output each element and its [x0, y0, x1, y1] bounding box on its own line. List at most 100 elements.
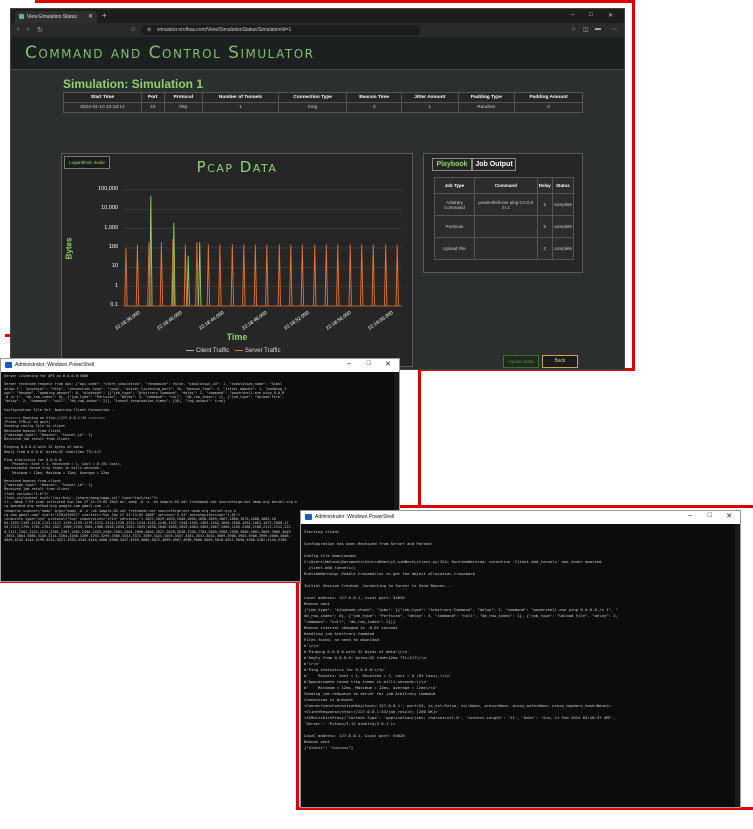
server-traffic-spike: [348, 244, 352, 307]
site-info-icon[interactable]: ⊘: [147, 27, 151, 33]
server-traffic-spike: [147, 242, 151, 307]
maximize-button[interactable]: □: [708, 512, 712, 519]
server-traffic-spike: [218, 244, 222, 307]
table-cell: 3: [346, 102, 402, 113]
legend-client-label[interactable]: Client Traffic: [196, 348, 229, 354]
server-traffic-spike: [159, 242, 164, 307]
browser-tab-bar: View Emulation Status ✕ + – □ ✕: [11, 9, 624, 23]
x-axis-label: Time: [226, 332, 248, 342]
column-header: Delay: [536, 177, 553, 194]
column-header: Number of Tunnels: [202, 92, 279, 103]
column-header: Jitter Amount: [400, 92, 459, 103]
table-cell: long: [277, 102, 348, 113]
table-cell: 2: [536, 193, 553, 216]
tab-job-output[interactable]: Job Output: [472, 158, 516, 171]
server-traffic-spike: [135, 244, 140, 307]
server-traffic-spike: [289, 244, 293, 307]
extensions-icon[interactable]: ▬: [595, 26, 601, 32]
server-traffic-spike: [384, 244, 388, 307]
red-frame-top-line: [35, 0, 635, 3]
server-traffic-spike: [206, 244, 211, 307]
server-traffic-spike: [253, 244, 257, 307]
server-traffic-spike: [300, 244, 304, 307]
tab-playbook[interactable]: Playbook: [432, 158, 472, 171]
table-cell: Random: [457, 102, 516, 113]
column-header: Padding Type: [457, 92, 516, 103]
server-traffic-spike: [313, 244, 317, 307]
table-cell: 5: [536, 215, 553, 238]
table-cell: Arbitrary Command: [434, 193, 475, 216]
server-traffic-spike: [395, 244, 399, 307]
address-bar: ‹ › ↻ ⌂ ⊘ simulator.nrolhsa.com/View/Sim…: [11, 23, 624, 37]
tab-title: View Emulation Status: [27, 14, 77, 20]
y-tick-label: 1: [114, 282, 118, 289]
url-field[interactable]: ⊘ simulator.nrolhsa.com/View/SimulationS…: [141, 25, 421, 35]
column-header: Status: [551, 177, 575, 194]
column-header: Connection Type: [277, 92, 348, 103]
back-arrow-icon[interactable]: ‹: [17, 26, 19, 33]
column-header: Protocol: [163, 92, 204, 103]
red-frame-right-line: [632, 0, 635, 370]
console-scrollbar[interactable]: [735, 524, 740, 807]
split-view-icon[interactable]: ◫: [583, 26, 589, 33]
server-traffic-spike: [183, 244, 188, 307]
playbook-header-row: Job Type Command Delay Status: [434, 177, 575, 194]
simulation-table-header-row: Start Time Port Protocol Number of Tunne…: [63, 92, 583, 103]
column-header: Job Type: [434, 177, 475, 194]
client-traffic-spike: [198, 242, 202, 307]
y-tick-label: 10: [111, 263, 118, 270]
y-tick-label: 10,000: [101, 205, 118, 212]
server-traffic-spike: [336, 244, 340, 307]
column-header: Command: [473, 177, 538, 194]
menu-icon[interactable]: ⋯: [611, 26, 617, 33]
close-window-button[interactable]: ✕: [385, 360, 391, 368]
new-tab-button[interactable]: +: [102, 11, 107, 20]
table-cell: complete: [551, 193, 575, 216]
column-header: Port: [140, 92, 165, 103]
forward-arrow-icon[interactable]: ›: [27, 26, 29, 33]
close-window-button[interactable]: ✕: [608, 12, 613, 19]
table-cell: 0: [514, 102, 583, 113]
minimize-button[interactable]: –: [571, 12, 574, 18]
table-cell: 1: [202, 102, 279, 113]
minimize-button[interactable]: –: [688, 512, 692, 519]
client-powershell-window: Administrator: Windows PowerShell – □ ✕ …: [300, 510, 741, 808]
app-page: Command and Control Simulator Simulation…: [11, 37, 624, 369]
console-output: Server Listening for API on 0.0.0.0:5000…: [4, 374, 297, 542]
browser-tab[interactable]: View Emulation Status ✕: [15, 11, 97, 23]
table-cell: [473, 237, 538, 260]
maximize-button[interactable]: □: [589, 12, 593, 18]
y-tick-label: 1,000: [104, 224, 118, 231]
chart-title: Pcap Data: [196, 158, 278, 176]
tab-favicon-icon: [19, 14, 24, 19]
y-tick-label: 100,000: [98, 185, 118, 192]
console-title: Administrator: Windows PowerShell: [15, 362, 95, 368]
server-traffic-spike: [277, 244, 281, 307]
console-title: Administrator: Windows PowerShell: [315, 514, 395, 520]
minimize-button[interactable]: –: [347, 360, 351, 367]
reload-icon[interactable]: ↻: [37, 26, 43, 34]
url-text: simulator.nrolhsa.com/View/SimulationSta…: [157, 27, 292, 33]
server-traffic-spike: [124, 247, 128, 307]
home-icon[interactable]: ⌂: [131, 26, 135, 33]
table-cell: http: [163, 102, 204, 113]
table-cell: 2: [536, 237, 553, 260]
close-window-button[interactable]: ✕: [726, 512, 732, 520]
update-data-button[interactable]: Update Data: [503, 355, 539, 368]
table-cell: complete: [551, 215, 575, 238]
browser-window: View Emulation Status ✕ + – □ ✕ ‹ › ↻ ⌂ …: [10, 8, 625, 370]
powershell-icon: [305, 514, 312, 520]
legend-server-label[interactable]: Server Traffic: [245, 348, 281, 354]
server-traffic-spike: [360, 244, 364, 307]
bookmark-icon[interactable]: ☆: [571, 26, 576, 33]
maximize-button[interactable]: □: [367, 360, 371, 367]
table-cell: [473, 215, 538, 238]
server-traffic-spike: [230, 244, 234, 307]
back-button[interactable]: Back: [542, 355, 578, 368]
table-cell: Portscan: [434, 215, 475, 238]
pcap-chart-panel: Logarithmic Scale Pcap Data 100,000 10,00…: [61, 153, 413, 367]
app-header: Command and Control Simulator: [11, 37, 624, 70]
tab-close-icon[interactable]: ✕: [88, 13, 93, 20]
server-traffic-spike: [324, 244, 328, 307]
table-row: Arbitrary Command powershell.exe ping 0.…: [434, 193, 575, 216]
